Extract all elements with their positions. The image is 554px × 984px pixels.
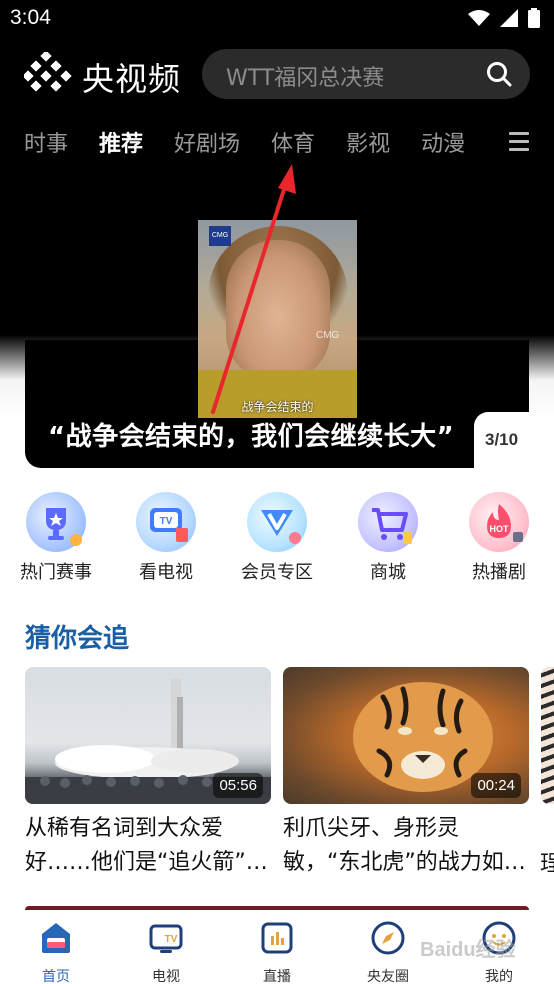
category-tabs: 时事 推荐 好剧场 体育 影视 动漫 [24,126,465,160]
nav-label: 电视 [152,969,180,984]
duration-badge: 05:56 [213,773,263,798]
tab-tiyu[interactable]: 体育 [271,126,315,160]
svg-text:TV: TV [160,516,173,527]
baidu-watermark: Baidu经验 [420,939,516,961]
section-title: 猜你会追 [25,624,130,654]
vip-icon [247,492,307,552]
card-title-line2: 敏，“东北虎”的战力如… [283,850,526,875]
quick-label: 会员专区 [241,562,313,583]
svg-text:HOT: HOT [490,524,510,534]
banner-headline: “战争会结束的，我们会继续长大” [48,422,455,452]
card-title-line1: 利爪尖牙、身形灵 [283,816,460,841]
nav-home[interactable]: 首页 [16,920,96,984]
cmg-logo-badge: CMG [209,226,231,246]
quick-mall[interactable]: 商城 [348,492,428,584]
quick-label: 看电视 [139,562,193,583]
nav-label: 直播 [263,969,291,984]
battery-icon [528,8,540,28]
quick-label: 热门赛事 [20,562,92,583]
quick-label: 商城 [370,562,406,583]
video-card-peek[interactable] [541,667,554,804]
nav-label: 我的 [485,969,513,984]
duration-badge: 00:24 [471,773,521,798]
hot-icon: HOT [469,492,529,552]
banner-video-thumbnail[interactable]: CMG CMG 战争会结束的 [198,220,357,418]
quick-hot-dramas[interactable]: HOT 热播剧 [459,492,539,584]
nav-label: 央友圈 [367,969,409,984]
card-title-line2: 好……他们是“追火箭”… [25,850,268,875]
tab-dongman[interactable]: 动漫 [421,126,465,160]
thumb-face-shape [226,240,330,380]
trophy-icon [26,492,86,552]
search-placeholder: WTT福冈总决赛 [226,66,385,91]
quick-watch-tv[interactable]: TV 看电视 [126,492,206,584]
nav-community[interactable]: 央友圈 [348,920,428,984]
video-card-tiger[interactable]: 00:24 利爪尖牙、身形灵 敏，“东北虎”的战力如… [283,667,529,880]
card-thumbnail: 00:24 [283,667,529,804]
live-icon [261,922,293,954]
status-time: 3:04 [10,6,51,29]
tab-tuijian[interactable]: 推荐 [99,126,143,160]
cart-icon [358,492,418,552]
tab-yingshi[interactable]: 影视 [346,126,390,160]
nav-live[interactable]: 直播 [237,920,317,984]
cmg-watermark: CMG [316,330,340,341]
tv-icon: TV [136,492,196,552]
home-icon [42,923,70,953]
app-logo-icon [24,52,72,92]
cellular-signal-icon [500,9,518,27]
video-card-rocket[interactable]: 05:56 从稀有名词到大众爱 好……他们是“追火箭”… [25,667,271,880]
quick-label: 热播剧 [472,562,526,583]
app-name: 央视频 [82,60,182,98]
wifi-icon [468,10,490,26]
tab-shishi[interactable]: 时事 [24,126,68,160]
card-title-line1: 从稀有名词到大众爱 [25,816,224,841]
svg-text:TV: TV [165,934,178,945]
card-thumbnail: 05:56 [25,667,271,804]
quick-hot-events[interactable]: 热门赛事 [16,492,96,584]
banner-counter: 3/10 [485,430,519,449]
search-bar[interactable]: WTT福冈总决赛 [202,49,530,99]
status-bar: 3:04 [0,0,554,38]
nav-label: 首页 [42,969,70,984]
quick-vip-zone[interactable]: 会员专区 [237,492,317,584]
menu-icon[interactable] [509,132,529,156]
nav-tv[interactable]: TV 电视 [126,920,206,984]
thumb-caption: 战争会结束的 [241,400,314,414]
status-icons [468,8,540,28]
card-peek-title: 珵 [540,852,554,877]
tab-haojuchang[interactable]: 好剧场 [174,126,240,160]
compass-icon [371,921,405,955]
tv-nav-icon: TV [149,924,183,953]
search-icon[interactable] [486,61,512,87]
